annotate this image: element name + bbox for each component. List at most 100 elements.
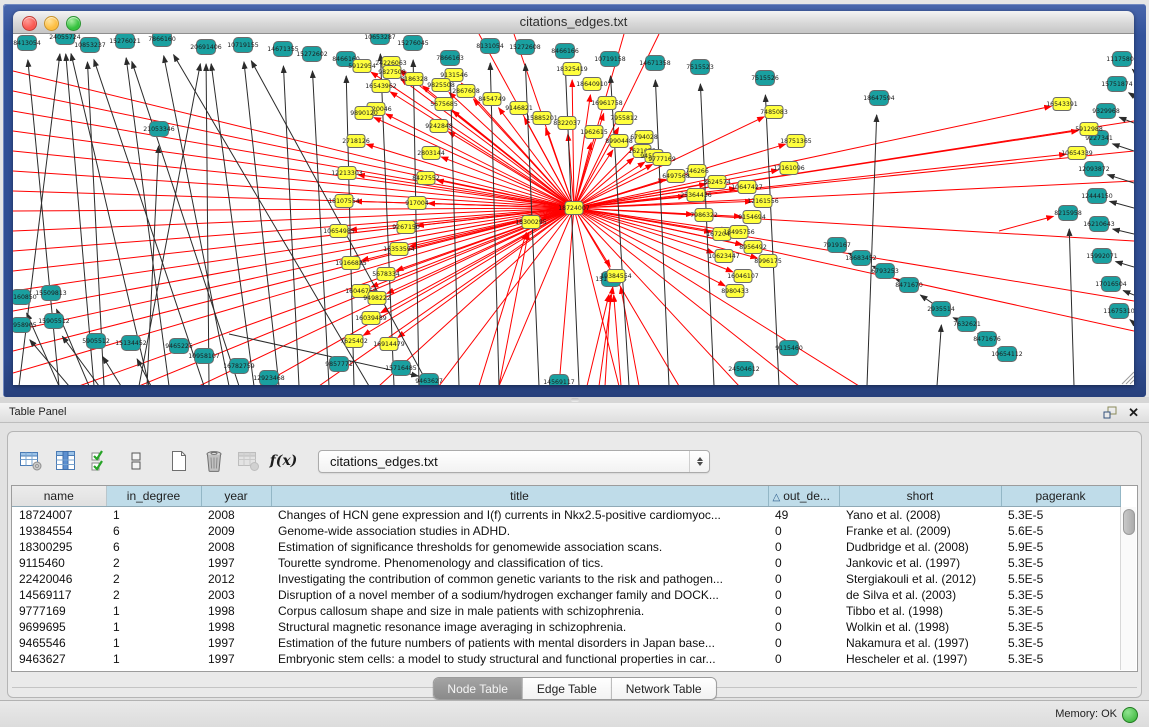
table-cell[interactable]: 2 [106,555,201,571]
network-node-yellow[interactable]: 6794028 [630,131,658,144]
network-node-teal[interactable]: 11175804 [1106,52,1134,67]
network-node-yellow[interactable]: 18107554 [328,195,360,208]
table-cell[interactable]: Dudbridge et al. (2008) [839,539,1001,555]
table-cell[interactable]: 1998 [201,603,271,619]
float-panel-icon[interactable] [1103,406,1117,419]
network-node-teal[interactable]: 8471676 [973,332,1001,347]
table-row[interactable]: 969969511998Structural magnetic resonanc… [12,619,1120,635]
table-cell[interactable]: Franke et al. (2009) [839,523,1001,539]
column-header-year[interactable]: year [201,486,271,507]
table-cell[interactable]: Genome-wide association studies in ADHD. [271,523,768,539]
network-node-yellow[interactable]: 7485083 [760,106,788,119]
table-cell[interactable]: Disruption of a novel member of a sodium… [271,587,768,603]
network-node-teal[interactable]: 16210643 [1083,217,1115,232]
table-cell[interactable]: 5.9E-5 [1001,539,1120,555]
close-panel-icon[interactable]: ✕ [1128,405,1139,420]
network-node-teal[interactable]: 18647594 [863,91,895,106]
table-cell[interactable]: 2 [106,587,201,603]
table-cell[interactable]: Changes of HCN gene expression and I(f) … [271,507,768,524]
network-node-teal[interactable]: 8215958 [1054,206,1082,221]
tab-edge-table[interactable]: Edge Table [522,678,611,699]
column-header-pagerank[interactable]: pagerank [1001,486,1120,507]
network-node-yellow[interactable]: 7955812 [610,112,638,125]
network-node-yellow[interactable]: 2803144 [417,147,445,160]
table-cell[interactable]: 18300295 [12,539,106,555]
network-node-yellow[interactable]: 5675685 [430,98,458,111]
network-node-teal[interactable]: 15134452 [115,336,147,351]
network-node-teal[interactable]: 15276021 [109,34,141,49]
table-cell[interactable]: 2 [106,571,201,587]
table-cell[interactable]: Hescheler et al. (1997) [839,651,1001,667]
network-node-yellow[interactable]: 917004 [405,197,429,210]
table-select-dropdown[interactable]: citations_edges.txt [318,450,710,473]
network-node-yellow[interactable]: 16543962 [365,80,397,93]
table-cell[interactable]: 18724007 [12,507,106,524]
table-cell[interactable]: 5.3E-5 [1001,603,1120,619]
table-cell[interactable]: Investigating the contribution of common… [271,571,768,587]
network-node-teal[interactable]: 11675310 [1103,304,1134,319]
network-node-teal[interactable]: 17016504 [1095,277,1127,292]
table-cell[interactable]: 1998 [201,619,271,635]
table-cell[interactable]: 5.6E-5 [1001,523,1120,539]
network-node-teal[interactable]: 15716485 [385,361,417,376]
network-node-teal[interactable]: 8131054 [476,39,504,54]
table-cell[interactable]: 2008 [201,507,271,524]
network-node-teal[interactable]: 14671358 [639,56,671,71]
column-header-title[interactable]: title [271,486,768,507]
network-node-teal[interactable]: 7866160 [148,34,176,47]
network-node-teal[interactable]: 12923468 [253,371,285,386]
table-cell[interactable]: 6 [106,523,201,539]
network-node-yellow[interactable]: 7986322 [690,209,718,222]
network-node-teal[interactable]: 8466166 [551,44,579,59]
table-row[interactable]: 1938455462009Genome-wide association stu… [12,523,1120,539]
table-cell[interactable]: 19384554 [12,523,106,539]
table-cell[interactable]: 5.3E-5 [1001,587,1120,603]
table-cell[interactable]: 9465546 [12,635,106,651]
column-header-short[interactable]: short [839,486,1001,507]
network-node-teal[interactable]: 9463627 [415,374,443,386]
table-cell[interactable]: Tourette syndrome. Phenomenology and cla… [271,555,768,571]
table-cell[interactable]: Yano et al. (2008) [839,507,1001,524]
table-cell[interactable]: 1 [106,507,201,524]
table-cell[interactable]: 2003 [201,587,271,603]
network-node-yellow[interactable]: 3624574 [703,176,731,189]
column-header-out_de[interactable]: △out_de... [768,486,839,507]
table-cell[interactable]: Stergiakouli et al. (2012) [839,571,1001,587]
network-node-teal[interactable]: 6793253 [871,264,899,279]
table-cell[interactable]: 0 [768,603,839,619]
network-node-yellow[interactable]: 9242848 [425,120,453,133]
table-cell[interactable]: Corpus callosum shape and size in male p… [271,603,768,619]
table-cell[interactable]: 9463627 [12,651,106,667]
network-window-titlebar[interactable]: citations_edges.txt [13,11,1134,34]
table-row[interactable]: 1456911722003Disruption of a novel membe… [12,587,1120,603]
table-cell[interactable]: 5.5E-5 [1001,571,1120,587]
table-cell[interactable]: 9699695 [12,619,106,635]
table-row[interactable]: 1830029562008Estimation of significance … [12,539,1120,555]
network-node-teal[interactable]: 10653287 [364,34,396,45]
network-node-teal[interactable]: 10654112 [991,347,1023,362]
show-columns-button[interactable] [53,449,78,474]
network-node-teal[interactable]: 9115460 [775,341,803,356]
network-node-yellow[interactable]: 16961758 [591,97,623,110]
import-table-button[interactable] [236,449,261,474]
table-cell[interactable]: 0 [768,651,839,667]
table-cell[interactable]: 0 [768,523,839,539]
network-node-teal[interactable]: 25160850 [13,290,37,305]
table-cell[interactable]: 0 [768,539,839,555]
network-node-yellow[interactable]: 16914479 [373,338,405,351]
table-row[interactable]: 946362711997Embryonic stem cells: a mode… [12,651,1120,667]
network-node-teal[interactable]: 8413054 [13,36,41,51]
network-node-teal[interactable]: 9329968 [1092,104,1120,119]
table-scrollbar-thumb[interactable] [1123,509,1135,535]
table-cell[interactable]: Estimation of significance thresholds fo… [271,539,768,555]
network-node-teal[interactable]: 10719158 [594,52,626,67]
network-node-teal[interactable]: 7632621 [953,317,981,332]
network-node-yellow[interactable]: 2718126 [342,135,370,148]
table-cell[interactable]: 14569117 [12,587,106,603]
table-cell[interactable]: 1 [106,651,201,667]
table-cell[interactable]: de Silva et al. (2003) [839,587,1001,603]
table-cell[interactable]: 22420046 [12,571,106,587]
table-cell[interactable]: 0 [768,587,839,603]
network-node-teal[interactable]: 15905512 [38,314,70,329]
table-row[interactable]: 911546021997Tourette syndrome. Phenomeno… [12,555,1120,571]
